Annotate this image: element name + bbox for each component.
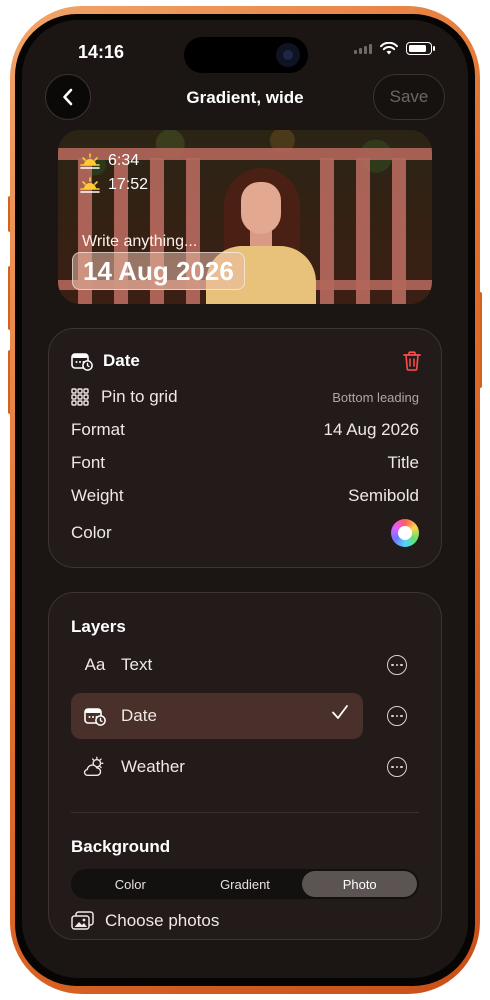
- status-icons: [354, 42, 435, 55]
- layer-text-label: Text: [121, 655, 153, 674]
- calendar-clock-icon: [71, 353, 93, 371]
- segment-photo[interactable]: Photo: [302, 871, 418, 897]
- dynamic-island: [184, 37, 308, 73]
- status-bar: 14:16: [22, 20, 468, 80]
- sunrise-time: 6:34: [108, 152, 140, 169]
- pin-to-grid-label: Pin to grid: [101, 387, 178, 406]
- format-row[interactable]: Format 14 Aug 2026: [71, 418, 419, 442]
- format-label: Format: [71, 420, 125, 439]
- cellular-signal-icon: [354, 43, 372, 54]
- save-button[interactable]: Save: [373, 74, 445, 120]
- date-settings-card: Date Pin to grid Bottom leading Format 1…: [48, 328, 442, 568]
- checkmark-icon: [332, 705, 348, 719]
- weight-label: Weight: [71, 486, 124, 505]
- layer-date-label: Date: [121, 706, 157, 725]
- card-title: Date: [103, 351, 140, 370]
- background-title: Background: [71, 837, 171, 856]
- nav-bar: Gradient, wide Save: [22, 74, 468, 122]
- font-row[interactable]: Font Title: [71, 451, 419, 475]
- sunset-icon: [80, 177, 100, 193]
- widget-preview[interactable]: 6:34 17:52 Write anything... 14 Aug 2026: [58, 130, 432, 304]
- camera-icon: [276, 43, 300, 67]
- photos-icon: [71, 911, 94, 930]
- choose-photos-button[interactable]: Choose photos: [71, 911, 219, 931]
- layer-weather-label: Weather: [121, 757, 185, 776]
- layer-date[interactable]: Date: [71, 693, 363, 739]
- sunset-time: 17:52: [108, 176, 149, 193]
- text-format-icon: Aa: [84, 655, 106, 674]
- choose-photos-label: Choose photos: [105, 911, 220, 930]
- segment-color[interactable]: Color: [73, 871, 188, 897]
- calendar-clock-icon: [84, 708, 106, 726]
- sunrise-row: 6:34: [80, 152, 139, 170]
- color-picker-icon[interactable]: [391, 519, 419, 547]
- layer-weather[interactable]: Weather: [71, 744, 363, 790]
- pin-to-grid-value: Bottom leading: [332, 389, 419, 405]
- battery-icon: [406, 42, 435, 55]
- status-time: 14:16: [78, 42, 125, 62]
- layer-weather-more-button[interactable]: [387, 757, 407, 777]
- card-header: Date: [71, 351, 140, 371]
- sunset-row: 17:52: [80, 176, 148, 194]
- weight-value: Semibold: [348, 486, 419, 505]
- font-value: Title: [387, 453, 420, 472]
- background-segmented-control[interactable]: Color Gradient Photo: [71, 869, 419, 899]
- segment-gradient[interactable]: Gradient: [188, 871, 303, 897]
- color-label: Color: [71, 523, 112, 542]
- pin-to-grid-row[interactable]: Pin to grid Bottom leading: [71, 385, 419, 409]
- weight-row[interactable]: Weight Semibold: [71, 484, 419, 508]
- format-value: 14 Aug 2026: [323, 420, 419, 439]
- font-label: Font: [71, 453, 106, 472]
- preview-date[interactable]: 14 Aug 2026: [72, 252, 245, 290]
- layers-title: Layers: [71, 617, 126, 636]
- layer-text-more-button[interactable]: [387, 655, 407, 675]
- trash-icon[interactable]: [403, 351, 421, 371]
- section-divider: [71, 812, 419, 813]
- layer-text[interactable]: Aa Text: [71, 642, 363, 688]
- wifi-icon: [380, 42, 398, 55]
- color-row[interactable]: Color: [71, 519, 419, 547]
- preview-text: Write anything...: [82, 233, 198, 250]
- cloud-sun-icon: [83, 756, 104, 776]
- sunrise-icon: [80, 153, 100, 169]
- layers-card: Layers Aa Text Date Weather Background C…: [48, 592, 442, 940]
- screen: 14:16 Gradient, wide Save 6:34 17:52 Wri…: [22, 20, 468, 978]
- grid-icon: [71, 388, 89, 406]
- layer-date-more-button[interactable]: [387, 706, 407, 726]
